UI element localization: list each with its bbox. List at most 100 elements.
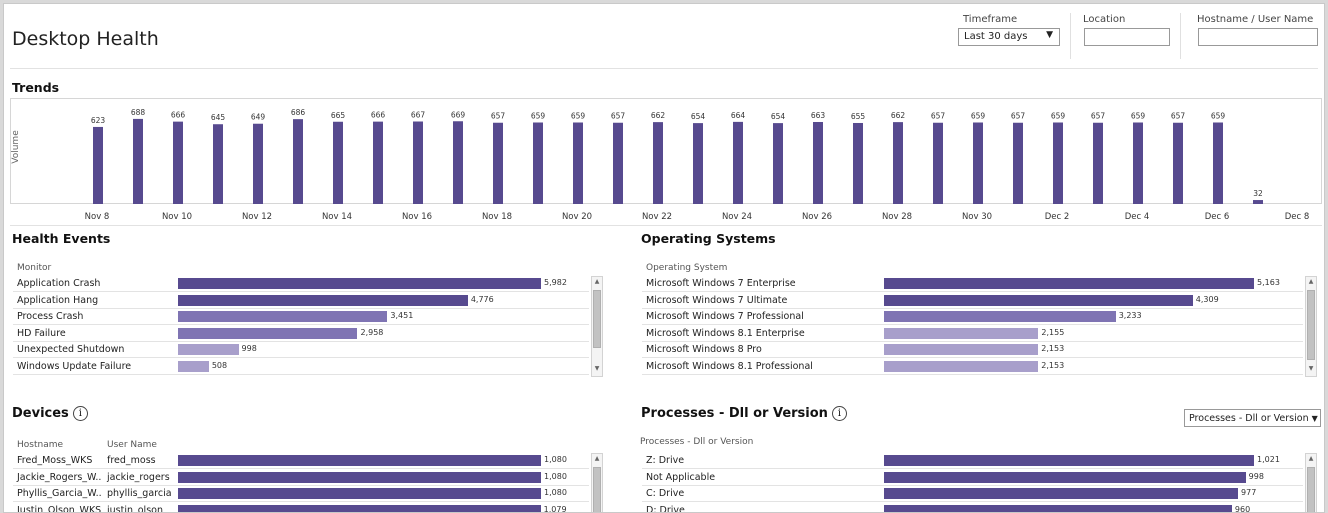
scroll-thumb[interactable] (593, 290, 601, 348)
processes-dropdown[interactable]: Processes - Dll or Version ▼ (1184, 409, 1321, 427)
scroll-up-icon[interactable]: ▲ (592, 455, 602, 462)
row-bar[interactable] (884, 294, 1193, 306)
table-row[interactable]: Phyllis_Garcia_W.. phyllis_garcia 1,080 (13, 486, 589, 502)
trend-bar[interactable] (613, 122, 623, 204)
info-icon[interactable]: i (72, 406, 88, 421)
scroll-thumb[interactable] (593, 467, 601, 512)
table-row[interactable]: HD Failure 2,958 (13, 326, 589, 342)
table-row[interactable]: Microsoft Windows 8.1 Enterprise 2,155 (642, 326, 1303, 342)
hostname-label: Hostname / User Name (1197, 14, 1314, 25)
trend-bar[interactable] (173, 121, 183, 204)
table-row[interactable]: Microsoft Windows 8 Pro 2,153 (642, 342, 1303, 358)
location-input[interactable] (1084, 28, 1170, 46)
table-row[interactable]: Process Crash 3,451 (13, 309, 589, 325)
timeframe-select[interactable]: Last 30 days ▼ (958, 28, 1060, 46)
table-row[interactable]: Z: Drive 1,021 (642, 453, 1303, 469)
trend-bar[interactable] (93, 126, 103, 204)
table-row[interactable]: Application Crash 5,982 (13, 276, 589, 292)
trend-bar-value: 666 (171, 111, 186, 120)
trend-bar[interactable] (1053, 122, 1063, 204)
table-row[interactable]: D: Drive 960 (642, 503, 1303, 512)
row-bar[interactable] (178, 344, 239, 355)
scroll-thumb[interactable] (1307, 467, 1315, 512)
row-bar[interactable] (884, 311, 1116, 322)
table-row[interactable]: Justin_Olson_WKS justin_olson 1,079 (13, 503, 589, 512)
trend-bar[interactable] (933, 122, 943, 204)
trend-bar[interactable] (893, 122, 903, 204)
row-bar[interactable] (884, 455, 1254, 466)
trend-bar[interactable] (413, 121, 423, 204)
row-value: 4,776 (470, 294, 494, 304)
row-bar[interactable] (178, 360, 209, 372)
trend-bar[interactable] (213, 124, 223, 204)
trend-bar-value: 688 (131, 108, 146, 117)
trend-bar[interactable] (293, 119, 303, 204)
trend-bar[interactable] (533, 122, 543, 204)
table-row[interactable]: Not Applicable 998 (642, 470, 1303, 486)
trend-bar[interactable] (853, 122, 863, 204)
processes-scrollbar[interactable]: ▲ (1305, 453, 1317, 512)
table-row[interactable]: Application Hang 4,776 (13, 293, 589, 309)
scroll-down-icon[interactable]: ▼ (592, 365, 602, 372)
health-events-scrollbar[interactable]: ▲ ▼ (591, 276, 603, 377)
trends-chart: Volume 623 688 666 645 649 686 665 666 667 669 657… (10, 98, 1322, 204)
table-row[interactable]: Microsoft Windows 8.1 Professional 2,153 (642, 359, 1303, 375)
table-row[interactable]: Windows Update Failure 508 (13, 359, 589, 375)
scroll-down-icon[interactable]: ▼ (1306, 365, 1316, 372)
row-bar[interactable] (178, 471, 541, 483)
table-row[interactable]: C: Drive 977 (642, 486, 1303, 502)
trend-bar[interactable] (1013, 122, 1023, 204)
trend-bar[interactable] (573, 122, 583, 204)
row-bar[interactable] (884, 471, 1246, 483)
row-bar[interactable] (884, 360, 1039, 372)
scroll-up-icon[interactable]: ▲ (1306, 278, 1316, 285)
trend-bar[interactable] (1133, 122, 1143, 204)
trend-bar[interactable] (813, 121, 823, 204)
scroll-up-icon[interactable]: ▲ (592, 278, 602, 285)
row-bar[interactable] (884, 504, 1232, 512)
table-row[interactable]: Microsoft Windows 7 Professional 3,233 (642, 309, 1303, 325)
trend-bar[interactable] (1093, 122, 1103, 204)
trend-bar[interactable] (333, 121, 343, 204)
row-label: Microsoft Windows 7 Professional (646, 311, 804, 322)
row-value: 1,080 (544, 455, 567, 464)
row-bar[interactable] (178, 488, 541, 499)
trend-bar[interactable] (493, 122, 503, 204)
trend-bar[interactable] (133, 118, 143, 204)
row-bar[interactable] (884, 327, 1039, 339)
table-row[interactable]: Fred_Moss_WKS fred_moss 1,080 (13, 453, 589, 469)
x-axis-svg: Nov 8 Nov 10 Nov 12 Nov 14 Nov 16 Nov 18 Nov 2… (85, 212, 1310, 222)
table-row[interactable]: Microsoft Windows 7 Enterprise 5,163 (642, 276, 1303, 292)
row-bar[interactable] (178, 455, 541, 466)
trend-bar[interactable] (773, 123, 783, 204)
scroll-up-icon[interactable]: ▲ (1306, 455, 1316, 462)
info-icon[interactable]: i (831, 406, 847, 421)
hostname-input[interactable] (1198, 28, 1318, 46)
devices-scrollbar[interactable]: ▲ (591, 453, 603, 512)
trend-bar[interactable] (1173, 122, 1183, 204)
row-bar[interactable] (178, 327, 358, 339)
row-bar[interactable] (178, 294, 468, 306)
os-scrollbar[interactable]: ▲ ▼ (1305, 276, 1317, 377)
table-row[interactable]: Jackie_Rogers_W.. jackie_rogers 1,080 (13, 470, 589, 486)
trend-bar[interactable] (1213, 122, 1223, 204)
trend-bar[interactable] (453, 121, 463, 204)
row-bar[interactable] (178, 278, 541, 289)
table-row[interactable]: Unexpected Shutdown 998 (13, 342, 589, 358)
scroll-thumb[interactable] (1307, 290, 1315, 360)
table-row[interactable]: Microsoft Windows 7 Ultimate 4,309 (642, 293, 1303, 309)
trend-bar[interactable] (373, 121, 383, 204)
trend-bar[interactable] (653, 122, 663, 204)
trend-bar-value: 657 (611, 112, 626, 121)
row-bar[interactable] (884, 344, 1039, 355)
trend-bar[interactable] (693, 123, 703, 204)
row-bar[interactable] (178, 311, 388, 322)
row-bar[interactable] (884, 278, 1254, 289)
row-label: Microsoft Windows 8.1 Professional (646, 360, 813, 372)
trend-bar[interactable] (253, 123, 263, 204)
trend-bar-value: 657 (1091, 112, 1106, 121)
trend-bar[interactable] (973, 122, 983, 204)
trend-bar[interactable] (733, 121, 743, 204)
row-bar[interactable] (884, 488, 1239, 499)
row-bar[interactable] (178, 504, 541, 512)
